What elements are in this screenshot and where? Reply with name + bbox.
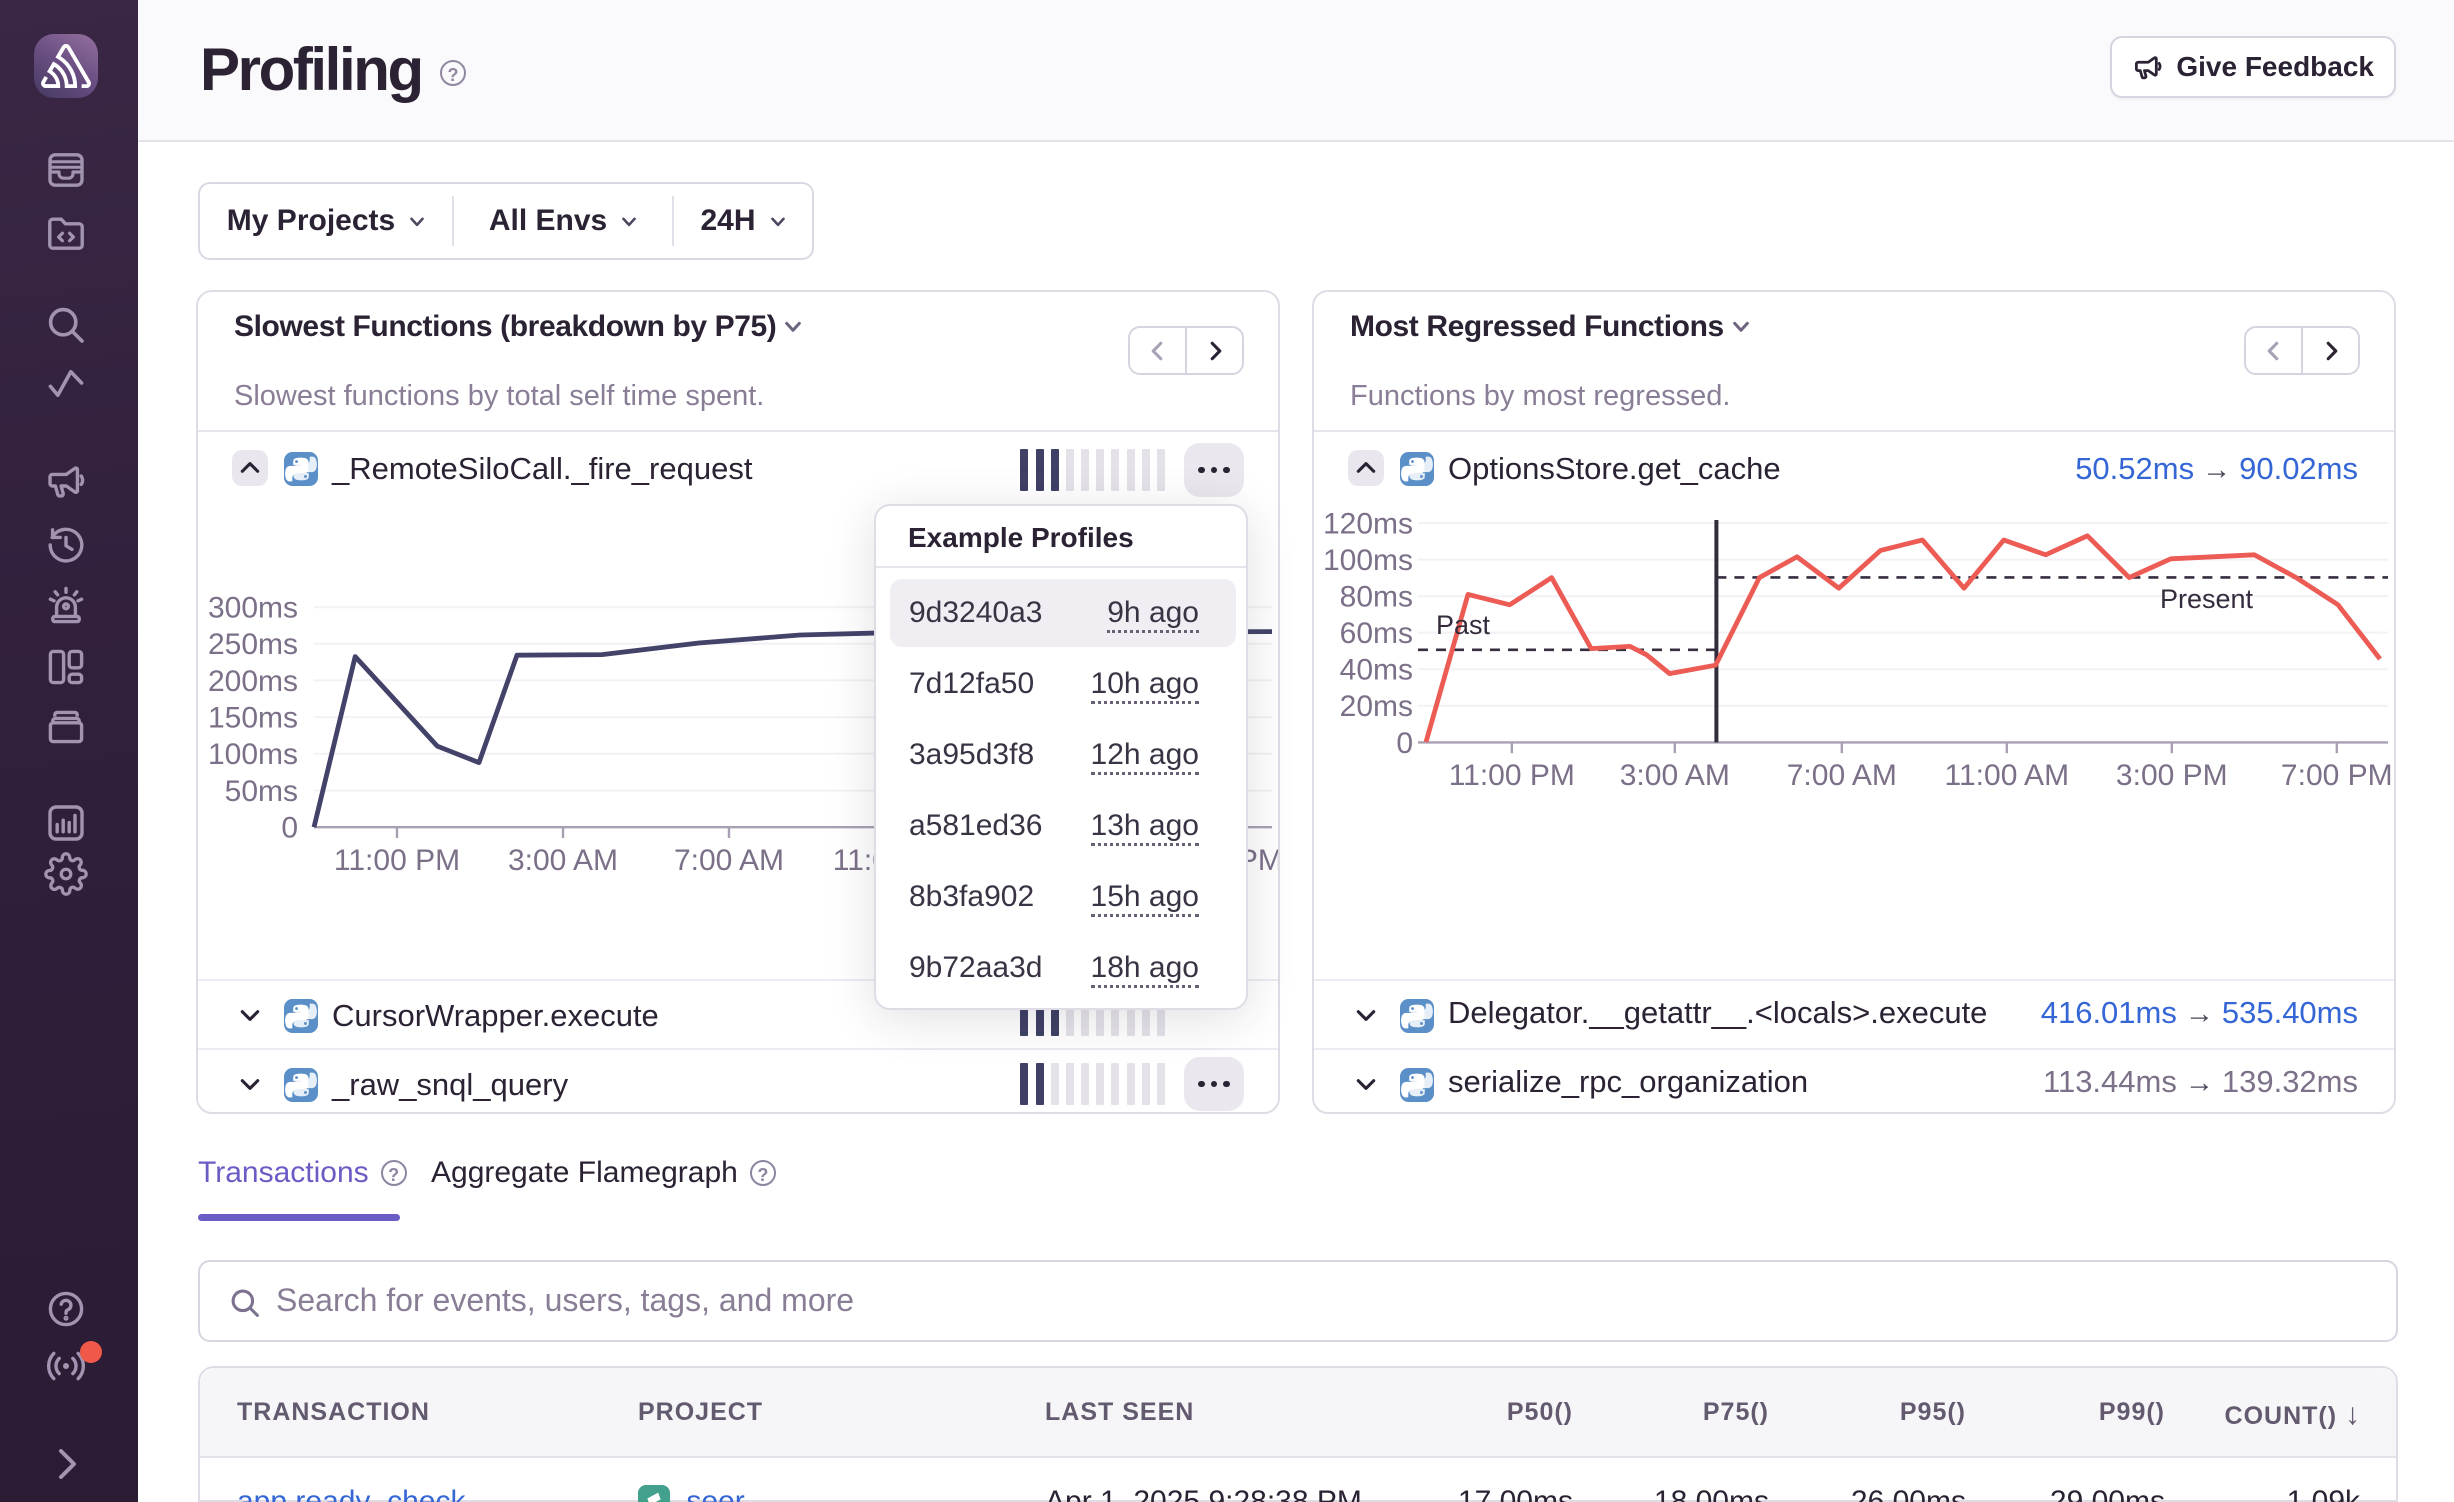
svg-text:100ms: 100ms (1323, 544, 1413, 577)
svg-text:100ms: 100ms (208, 738, 298, 771)
svg-text:60ms: 60ms (1340, 617, 1413, 650)
svg-text:50ms: 50ms (225, 775, 298, 808)
svg-text:120ms: 120ms (1323, 507, 1413, 540)
svg-text:300ms: 300ms (208, 592, 298, 625)
svg-text:80ms: 80ms (1340, 581, 1413, 614)
svg-text:150ms: 150ms (208, 702, 298, 735)
svg-text:3:00 AM: 3:00 AM (508, 844, 618, 877)
svg-text:7:00 AM: 7:00 AM (1787, 759, 1897, 792)
svg-text:11:00 PM: 11:00 PM (334, 844, 460, 877)
svg-text:250ms: 250ms (208, 628, 298, 661)
svg-text:20ms: 20ms (1340, 690, 1413, 723)
svg-text:0: 0 (281, 812, 298, 845)
svg-text:11:00 PM: 11:00 PM (1449, 759, 1575, 792)
svg-text:3:00 AM: 3:00 AM (1620, 759, 1730, 792)
svg-text:3:00 PM: 3:00 PM (2116, 759, 2228, 792)
svg-text:40ms: 40ms (1340, 654, 1413, 687)
svg-text:11:00 AM: 11:00 AM (1945, 759, 2070, 792)
svg-text:0: 0 (1396, 727, 1413, 760)
svg-text:7:00 PM: 7:00 PM (2281, 759, 2393, 792)
svg-text:200ms: 200ms (208, 665, 298, 698)
svg-text:7:00 AM: 7:00 AM (674, 844, 784, 877)
